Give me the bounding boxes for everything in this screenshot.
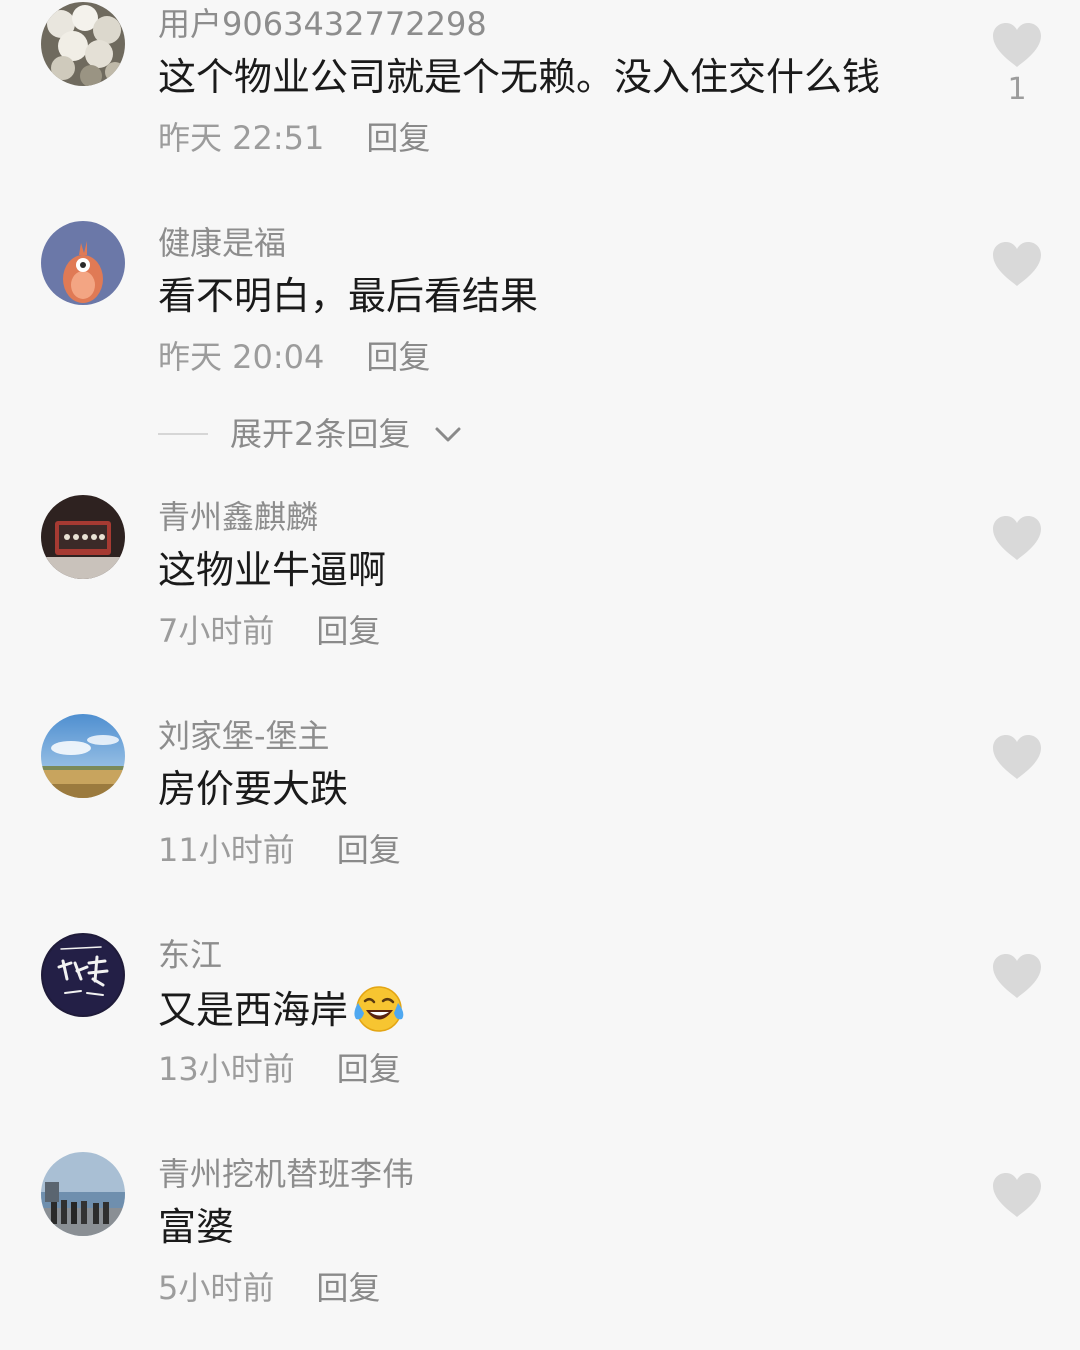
reply-button[interactable]: 回复 <box>337 831 401 869</box>
user-avatar[interactable] <box>41 714 125 798</box>
comment-username[interactable]: 东江 <box>158 935 222 975</box>
comment-meta: 11小时前 回复 <box>158 829 401 871</box>
comment-time: 昨天 20:04 <box>158 338 325 376</box>
reply-button[interactable]: 回复 <box>366 338 430 376</box>
user-avatar[interactable] <box>41 1152 125 1236</box>
user-avatar[interactable] <box>41 221 125 305</box>
expand-replies-label: 展开2条回复 <box>230 415 411 453</box>
comment-username[interactable]: 刘家堡-堡主 <box>158 716 330 756</box>
heart-icon[interactable] <box>990 239 1044 289</box>
user-avatar[interactable] <box>41 495 125 579</box>
heart-icon[interactable] <box>990 20 1044 70</box>
comment-item: 东江 又是西海岸 13小时前 回复 <box>0 931 1080 1131</box>
comment-time: 11小时前 <box>158 831 295 869</box>
comment-item: 青州鑫麒麟 这物业牛逼啊 7小时前 回复 <box>0 493 1080 693</box>
comment-text: 富婆 <box>158 1205 235 1249</box>
heart-icon[interactable] <box>990 732 1044 782</box>
user-avatar[interactable] <box>41 933 125 1017</box>
comment-item: 青州挖机替班李伟 富婆 5小时前 回复 <box>0 1150 1080 1350</box>
reply-button[interactable]: 回复 <box>337 1050 401 1088</box>
comment-text: 这物业牛逼啊 <box>158 548 387 592</box>
chevron-down-icon <box>435 427 461 442</box>
comment-time: 5小时前 <box>158 1269 275 1307</box>
comment-text-row: 又是西海岸 <box>158 983 406 1035</box>
comment-username[interactable]: 用户9063432772298 <box>158 4 487 44</box>
comment-meta: 昨天 20:04 回复 <box>158 336 430 378</box>
comment-username[interactable]: 青州鑫麒麟 <box>158 497 318 537</box>
comment-item: 刘家堡-堡主 房价要大跌 11小时前 回复 <box>0 712 1080 912</box>
expand-divider-line <box>158 433 208 435</box>
comment-meta: 5小时前 回复 <box>158 1267 380 1309</box>
comment-page: { "comments": [ { "username": "用户9063432… <box>0 0 1080 1332</box>
comment-text: 这个物业公司就是个无赖。没入住交什么钱 <box>158 55 881 99</box>
reply-button[interactable]: 回复 <box>316 1269 380 1307</box>
laughing-crying-emoji-icon <box>354 986 404 1032</box>
comment-text: 房价要大跌 <box>158 767 349 811</box>
heart-icon[interactable] <box>990 1170 1044 1220</box>
comment-item: 健康是福 看不明白，最后看结果 昨天 20:04 回复 <box>0 219 1080 419</box>
like-count: 1 <box>1007 72 1027 107</box>
heart-icon[interactable] <box>990 951 1044 1001</box>
reply-button[interactable]: 回复 <box>366 119 430 157</box>
comment-time: 昨天 22:51 <box>158 119 325 157</box>
comment-time: 13小时前 <box>158 1050 295 1088</box>
user-avatar[interactable] <box>41 2 125 86</box>
comment-meta: 13小时前 回复 <box>158 1048 401 1090</box>
comment-username[interactable]: 健康是福 <box>158 223 286 263</box>
comment-text: 看不明白，最后看结果 <box>158 274 539 318</box>
comment-meta: 7小时前 回复 <box>158 610 380 652</box>
reply-button[interactable]: 回复 <box>316 612 380 650</box>
comment-username[interactable]: 青州挖机替班李伟 <box>158 1154 414 1194</box>
comment-item: 用户9063432772298 这个物业公司就是个无赖。没入住交什么钱 昨天 2… <box>0 0 1080 200</box>
heart-icon[interactable] <box>990 513 1044 563</box>
comment-meta: 昨天 22:51 回复 <box>158 117 430 159</box>
comment-time: 7小时前 <box>158 612 275 650</box>
comment-text: 又是西海岸 <box>158 988 349 1032</box>
